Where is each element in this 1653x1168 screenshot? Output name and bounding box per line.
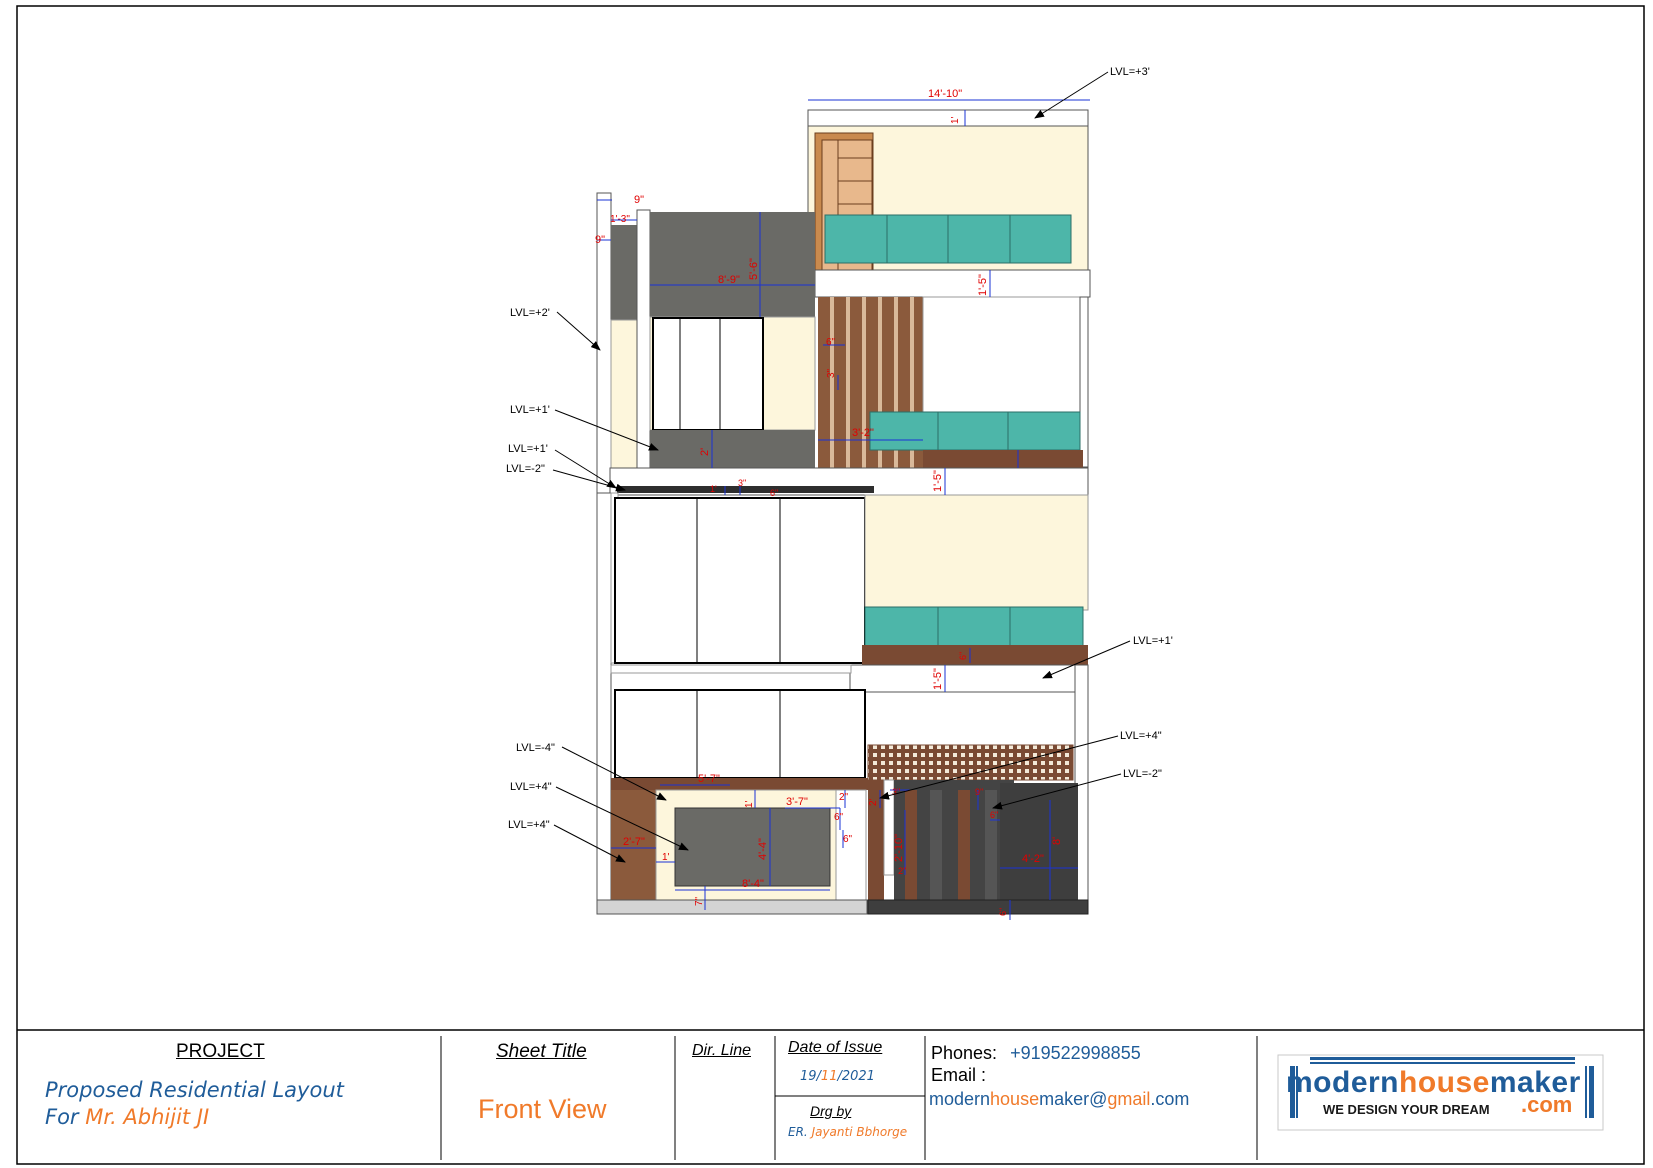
dir-line-heading: Dir. Line (692, 1042, 751, 1059)
svg-text:2": 2" (898, 866, 906, 876)
svg-text:4'-2": 4'-2" (1022, 853, 1044, 865)
svg-text:LVL=+3': LVL=+3' (1110, 66, 1150, 78)
svg-text:LVL=+1': LVL=+1' (508, 443, 548, 455)
svg-text:6": 6" (998, 908, 1008, 916)
svg-text:1'-5": 1'-5" (932, 668, 944, 690)
logo-com: .com (1521, 1092, 1573, 1117)
drawing-sheet: 14'-10" 1' 9" 1'-3" 9" 8'-9" 5'-6" 1'-5"… (16, 5, 1645, 1165)
second-floor-wood-band (923, 450, 1083, 468)
second-floor-grey-wall-top (650, 212, 815, 317)
svg-text:3": 3" (738, 478, 746, 488)
left-grey-strip (611, 225, 637, 320)
top-slab (814, 269, 1091, 298)
first-floor-left-pillar (596, 492, 612, 914)
dim-overall-width: 14'-10" (928, 88, 962, 100)
svg-text:6": 6" (990, 810, 998, 820)
main-gate (1000, 783, 1078, 900)
svg-text:LVL=-2": LVL=-2" (1123, 768, 1162, 780)
svg-text:2'-10": 2'-10" (893, 834, 905, 862)
svg-text:1': 1' (662, 852, 670, 863)
dim-wall-height: 5'-6" (748, 258, 760, 280)
drawn-by: ER. Jayanti Bbhorge (788, 1125, 908, 1139)
drawn-by-heading: Drg by (810, 1103, 852, 1119)
phones-line: Phones: +919522998855 (931, 1043, 1141, 1063)
svg-text:2": 2" (839, 792, 849, 803)
client-name: Mr. Abhijit JI (85, 1105, 210, 1129)
second-floor-window (652, 317, 764, 431)
phone-number[interactable]: +919522998855 (1010, 1043, 1141, 1063)
svg-text:9": 9" (595, 234, 605, 246)
project-client-line: For Mr. Abhijit JI (45, 1105, 210, 1129)
project-name: Proposed Residential Layout (45, 1078, 344, 1102)
svg-text:LVL=+4": LVL=+4" (508, 819, 550, 831)
email-address[interactable]: modernhousemaker@gmail.com (929, 1089, 1189, 1110)
shop-frame-wood (611, 778, 871, 790)
left-cream-strip (610, 319, 638, 469)
svg-text:3'-2": 3'-2" (852, 427, 874, 439)
issue-date: 19/11/2021 (800, 1069, 875, 1084)
ground-floor-slab (849, 664, 1089, 693)
svg-text:LVL=+1': LVL=+1' (510, 404, 550, 416)
project-heading: PROJECT (176, 1041, 265, 1062)
svg-text:2'-7": 2'-7" (623, 836, 645, 848)
svg-text:2': 2' (868, 798, 879, 806)
svg-text:6": 6" (843, 834, 853, 845)
svg-text:3'-7": 3'-7" (786, 796, 808, 808)
svg-text:1': 1' (950, 116, 961, 124)
svg-text:LVL=+2': LVL=+2' (510, 307, 550, 319)
svg-text:6": 6" (958, 652, 968, 660)
email-label: Email : (931, 1065, 987, 1085)
svg-text:5'-7": 5'-7" (698, 773, 720, 785)
svg-text:3": 3" (826, 368, 837, 378)
svg-text:9": 9" (634, 194, 644, 206)
svg-text:1'-3": 1'-3" (610, 214, 630, 225)
svg-text:6": 6" (826, 337, 836, 348)
dim-wall-width: 8'-9" (718, 274, 740, 286)
svg-text:8': 8' (1051, 837, 1063, 845)
ground-floor-plinth-right (867, 899, 1089, 915)
svg-text:3": 3" (892, 787, 900, 797)
second-floor-grey-wall-bottom (650, 430, 815, 468)
svg-text:2': 2' (699, 448, 711, 456)
svg-text:4'-4": 4'-4" (757, 838, 769, 860)
first-floor-glass-railing (864, 606, 1084, 648)
top-glass-railing (824, 214, 1072, 264)
svg-text:1': 1' (744, 800, 755, 808)
svg-text:6": 6" (834, 812, 844, 823)
svg-text:7": 7" (694, 896, 705, 906)
svg-text:LVL=+4": LVL=+4" (1120, 730, 1162, 742)
svg-text:LVL=+1': LVL=+1' (1133, 635, 1173, 647)
ground-floor-plinth-left (596, 899, 868, 915)
svg-text:1'-5": 1'-5" (932, 470, 944, 492)
sheet-title-heading: Sheet Title (496, 1041, 587, 1062)
svg-text:9": 9" (975, 787, 983, 797)
svg-text:1'-5": 1'-5" (977, 274, 989, 296)
top-parapet (807, 109, 1089, 127)
ground-floor-window (614, 689, 866, 779)
svg-text:8'-4": 8'-4" (742, 878, 764, 890)
svg-text:LVL=-2": LVL=-2" (506, 463, 545, 475)
shop-opening (674, 807, 831, 887)
svg-text:LVL=+4": LVL=+4" (510, 781, 552, 793)
first-floor-wood-band (862, 645, 1088, 665)
first-floor-cream-wall (864, 494, 1089, 611)
first-floor-big-window (614, 497, 866, 664)
svg-text:1': 1' (710, 484, 717, 494)
svg-text:LVL=-4": LVL=-4" (516, 742, 555, 754)
logo-tagline: WE DESIGN YOUR DREAM (1323, 1102, 1490, 1117)
date-of-issue-heading: Date of Issue (788, 1039, 883, 1056)
svg-text:6": 6" (770, 488, 778, 498)
second-floor-glass-railing (869, 411, 1081, 451)
sheet-title: Front View (478, 1094, 607, 1124)
